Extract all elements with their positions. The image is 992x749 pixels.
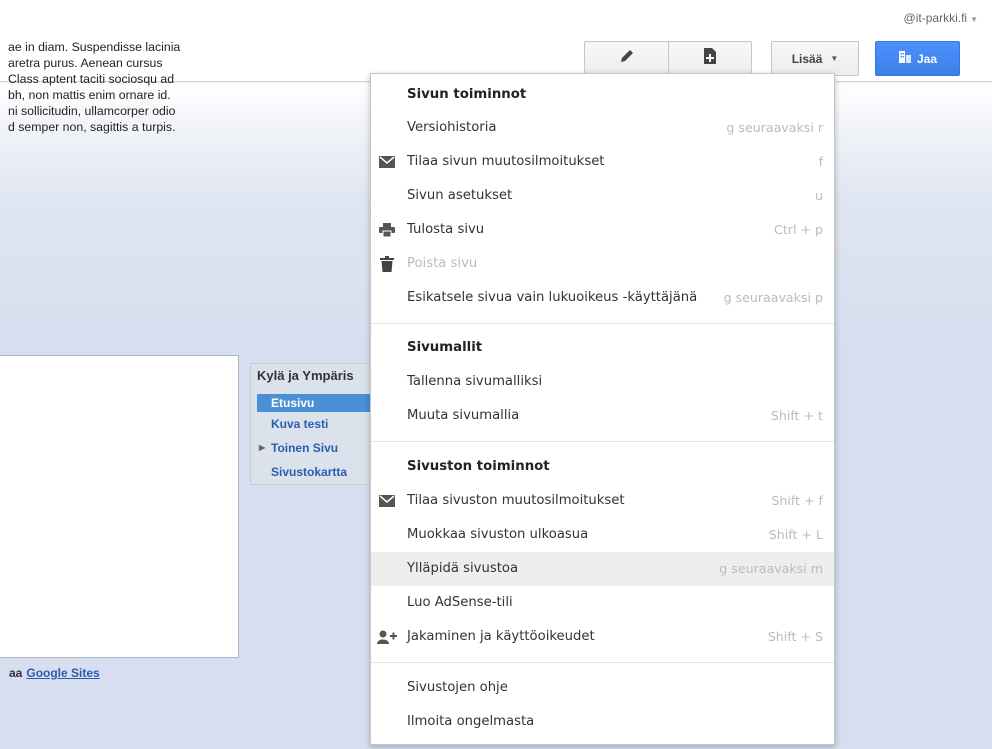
nav-title: Kylä ja Ympäris (257, 368, 354, 383)
nav-item-label: Etusivu (271, 396, 315, 410)
menu-item-label: Esikatsele sivua vain lukuoikeus -käyttä… (407, 290, 698, 305)
menu-item-label: Ylläpidä sivustoa (407, 561, 519, 576)
menu-item-print-page[interactable]: Tulosta sivu Ctrl + p (371, 213, 834, 247)
menu-section-header: Sivumallit (407, 340, 483, 355)
menu-item-shortcut: f (818, 154, 823, 169)
menu-item-preview-as-viewer[interactable]: Esikatsele sivua vain lukuoikeus -käyttä… (371, 281, 834, 315)
sidebar-navigation: Kylä ja Ympäris Etusivu Kuva testi ▶ Toi… (250, 363, 373, 485)
menu-item-label: Muokkaa sivuston ulkoasua (407, 527, 589, 542)
print-icon (377, 222, 397, 238)
menu-item-shortcut: Shift + L (768, 527, 823, 542)
nav-item-label: Toinen Sivu (271, 441, 339, 455)
menu-item-shortcut: g seuraavaksi r (726, 120, 823, 135)
nav-item-kuva-testi[interactable]: Kuva testi (257, 415, 373, 433)
menu-item-label: Sivun asetukset (407, 188, 513, 203)
pencil-icon (619, 48, 635, 69)
menu-item-label: Tilaa sivun muutosilmoitukset (407, 154, 605, 169)
content-line: d semper non, sagittis a turpis. (8, 120, 176, 134)
google-sites-link[interactable]: Google Sites (26, 666, 99, 680)
new-page-button[interactable] (668, 41, 752, 76)
expand-arrow-icon[interactable]: ▶ (259, 439, 265, 457)
nav-item-label: Sivustokartta (271, 465, 348, 479)
add-person-icon (377, 629, 397, 645)
more-actions-menu: Sivun toiminnot Versiohistoria g seuraav… (370, 73, 835, 745)
menu-item-label: Poista sivu (407, 256, 478, 271)
chevron-down-icon: ▼ (970, 15, 978, 24)
menu-item-report-issue[interactable]: Ilmoita ongelmasta (371, 705, 834, 739)
nav-item-sivustokartta[interactable]: Sivustokartta (257, 463, 373, 481)
menu-item-label: Muuta sivumallia (407, 408, 520, 423)
menu-item-shortcut: Shift + f (771, 493, 823, 508)
nav-item-label: Kuva testi (271, 417, 329, 431)
menu-item-shortcut: Shift + t (770, 408, 823, 423)
menu-item-shortcut: Ctrl + p (774, 222, 823, 237)
menu-item-shortcut: g seuraavaksi m (719, 561, 823, 576)
mail-icon (377, 154, 397, 170)
menu-divider (371, 441, 834, 442)
menu-item-page-settings[interactable]: Sivun asetukset u (371, 179, 834, 213)
nav-item-toinen-sivu[interactable]: ▶ Toinen Sivu (257, 439, 373, 457)
menu-section-header: Sivuston toiminnot (407, 459, 550, 474)
menu-item-label: Tilaa sivuston muutosilmoitukset (407, 493, 625, 508)
new-page-icon (703, 48, 717, 69)
menu-item-label: Tallenna sivumalliksi (407, 374, 543, 389)
menu-item-edit-site-layout[interactable]: Muokkaa sivuston ulkoasua Shift + L (371, 518, 834, 552)
menu-item-label: Sivustojen ohje (407, 680, 508, 695)
menu-item-label: Jakaminen ja käyttöoikeudet (407, 629, 595, 644)
content-line: ni sollicitudin, ullamcorper odio (8, 104, 176, 118)
share-button-label: Jaa (916, 51, 938, 66)
menu-item-manage-site[interactable]: Ylläpidä sivustoa g seuraavaksi m (371, 552, 834, 586)
menu-item-label: Tulosta sivu (407, 222, 485, 237)
menu-item-label: Ilmoita ongelmasta (407, 714, 535, 729)
menu-item-subscribe-page-changes[interactable]: Tilaa sivun muutosilmoitukset f (371, 145, 834, 179)
share-button[interactable]: Jaa (875, 41, 960, 76)
menu-divider (371, 323, 834, 324)
trash-icon (377, 256, 397, 272)
content-line: ae in diam. Suspendisse lacinia (8, 40, 181, 54)
more-button-label: Lisää (791, 51, 823, 66)
footer-prefix: aa (9, 666, 23, 680)
menu-item-delete-page[interactable]: Poista sivu (371, 247, 834, 281)
content-line: aretra purus. Aenean cursus (8, 56, 163, 70)
account-switcher[interactable]: @it-parkki.fi ▼ (904, 11, 978, 25)
menu-divider (371, 662, 834, 663)
content-line: Class aptent taciti sociosqu ad (8, 72, 175, 86)
menu-item-label: Versiohistoria (407, 120, 497, 135)
menu-item-version-history[interactable]: Versiohistoria g seuraavaksi r (371, 111, 834, 145)
menu-item-save-as-template[interactable]: Tallenna sivumalliksi (371, 365, 834, 399)
menu-item-label: Luo AdSense-tili (407, 595, 513, 610)
more-actions-button[interactable]: Lisää ▼ (771, 41, 859, 76)
share-icon (898, 50, 912, 67)
menu-item-change-template[interactable]: Muuta sivumallia Shift + t (371, 399, 834, 433)
menu-item-sites-help[interactable]: Sivustojen ohje (371, 671, 834, 705)
menu-item-shortcut: g seuraavaksi p (723, 290, 823, 305)
menu-item-shortcut: u (815, 188, 823, 203)
mail-icon (377, 493, 397, 509)
menu-item-sharing-permissions[interactable]: Jakaminen ja käyttöoikeudet Shift + S (371, 620, 834, 654)
menu-item-subscribe-site-changes[interactable]: Tilaa sivuston muutosilmoitukset Shift +… (371, 484, 834, 518)
menu-item-create-adsense[interactable]: Luo AdSense-tili (371, 586, 834, 620)
page-content (0, 355, 239, 658)
menu-section-header: Sivun toiminnot (407, 87, 527, 102)
edit-page-button[interactable] (584, 41, 669, 76)
footer: aa Google Sites (9, 666, 100, 680)
nav-item-etusivu[interactable]: Etusivu (257, 394, 373, 412)
content-text: ae in diam. Suspendisse lacinia aretra p… (8, 39, 248, 135)
content-line: bh, non mattis enim ornare id. (8, 88, 171, 102)
menu-item-shortcut: Shift + S (767, 629, 823, 644)
account-email: @it-parkki.fi (903, 11, 968, 25)
chevron-down-icon: ▼ (830, 54, 839, 63)
